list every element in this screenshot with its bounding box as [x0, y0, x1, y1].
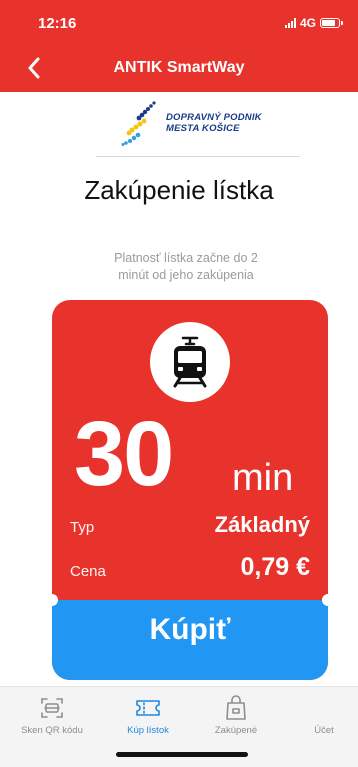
status-indicators: 4G — [284, 16, 343, 30]
ticket-price-row: Cena 0,79 € — [70, 552, 310, 582]
tab-label: Sken QR kódu — [21, 725, 83, 736]
tab-purchased[interactable]: Zakúpené — [196, 695, 276, 739]
ticket-type-row: Typ Základný — [70, 508, 310, 538]
nav-title: ANTIK SmartWay — [113, 59, 245, 76]
main-content: DOPRAVNÝ PODNIK MESTA KOŠICE Zakúpenie l… — [0, 92, 358, 686]
tab-buy-ticket[interactable]: Kúp lístok — [108, 695, 188, 739]
company-logo: DOPRAVNÝ PODNIK MESTA KOŠICE — [120, 98, 280, 148]
status-time: 12:16 — [38, 15, 77, 32]
qr-scan-icon — [38, 695, 66, 721]
status-bar: 12:16 4G — [0, 0, 358, 44]
shopping-bag-icon — [222, 695, 250, 721]
divider — [96, 156, 300, 157]
logo-line-2: MESTA KOŠICE — [166, 123, 240, 134]
tab-account[interactable]: Účet — [284, 695, 358, 739]
tab-label: Účet — [314, 725, 334, 736]
ticket-type-label: Typ — [70, 519, 95, 536]
account-icon — [310, 695, 338, 721]
tab-label: Zakúpené — [214, 725, 258, 736]
ticket-icon — [134, 695, 162, 721]
logo-text: DOPRAVNÝ PODNIK MESTA KOŠICE — [166, 112, 262, 134]
validity-line-1: Platnosť lístka začne do 2 — [114, 251, 258, 265]
validity-note: Platnosť lístka začne do 2 minút od jeho… — [90, 250, 282, 284]
validity-line-2: minút od jeho zakúpenia — [118, 268, 254, 282]
ticket-price-value: 0,79 € — [240, 553, 310, 581]
ticket-notch-right — [322, 594, 328, 606]
page-title: Zakúpenie lístka — [84, 175, 274, 205]
ticket-card: 30 min Typ Základný Cena 0,79 € Kúpiť — [52, 300, 328, 680]
tab-label: Kúp lístok — [127, 725, 169, 736]
tram-icon — [173, 336, 207, 388]
duration-unit: min — [232, 457, 294, 499]
signal-icon — [284, 18, 296, 28]
home-indicator — [116, 752, 248, 757]
duration-display: 30 min — [74, 404, 324, 510]
logo-dots-icon — [121, 101, 156, 146]
ticket-price-label: Cena — [70, 563, 106, 580]
ticket-type-value: Základný — [214, 512, 310, 537]
battery-icon — [320, 18, 343, 28]
buy-button[interactable]: Kúpiť — [52, 600, 328, 680]
logo-line-1: DOPRAVNÝ PODNIK — [166, 112, 262, 123]
tab-scan-qr[interactable]: Sken QR kódu — [12, 695, 92, 739]
network-type: 4G — [299, 16, 316, 30]
nav-bar: ANTIK SmartWay — [0, 44, 358, 92]
tram-badge — [150, 322, 230, 402]
duration-value: 30 — [74, 403, 174, 505]
